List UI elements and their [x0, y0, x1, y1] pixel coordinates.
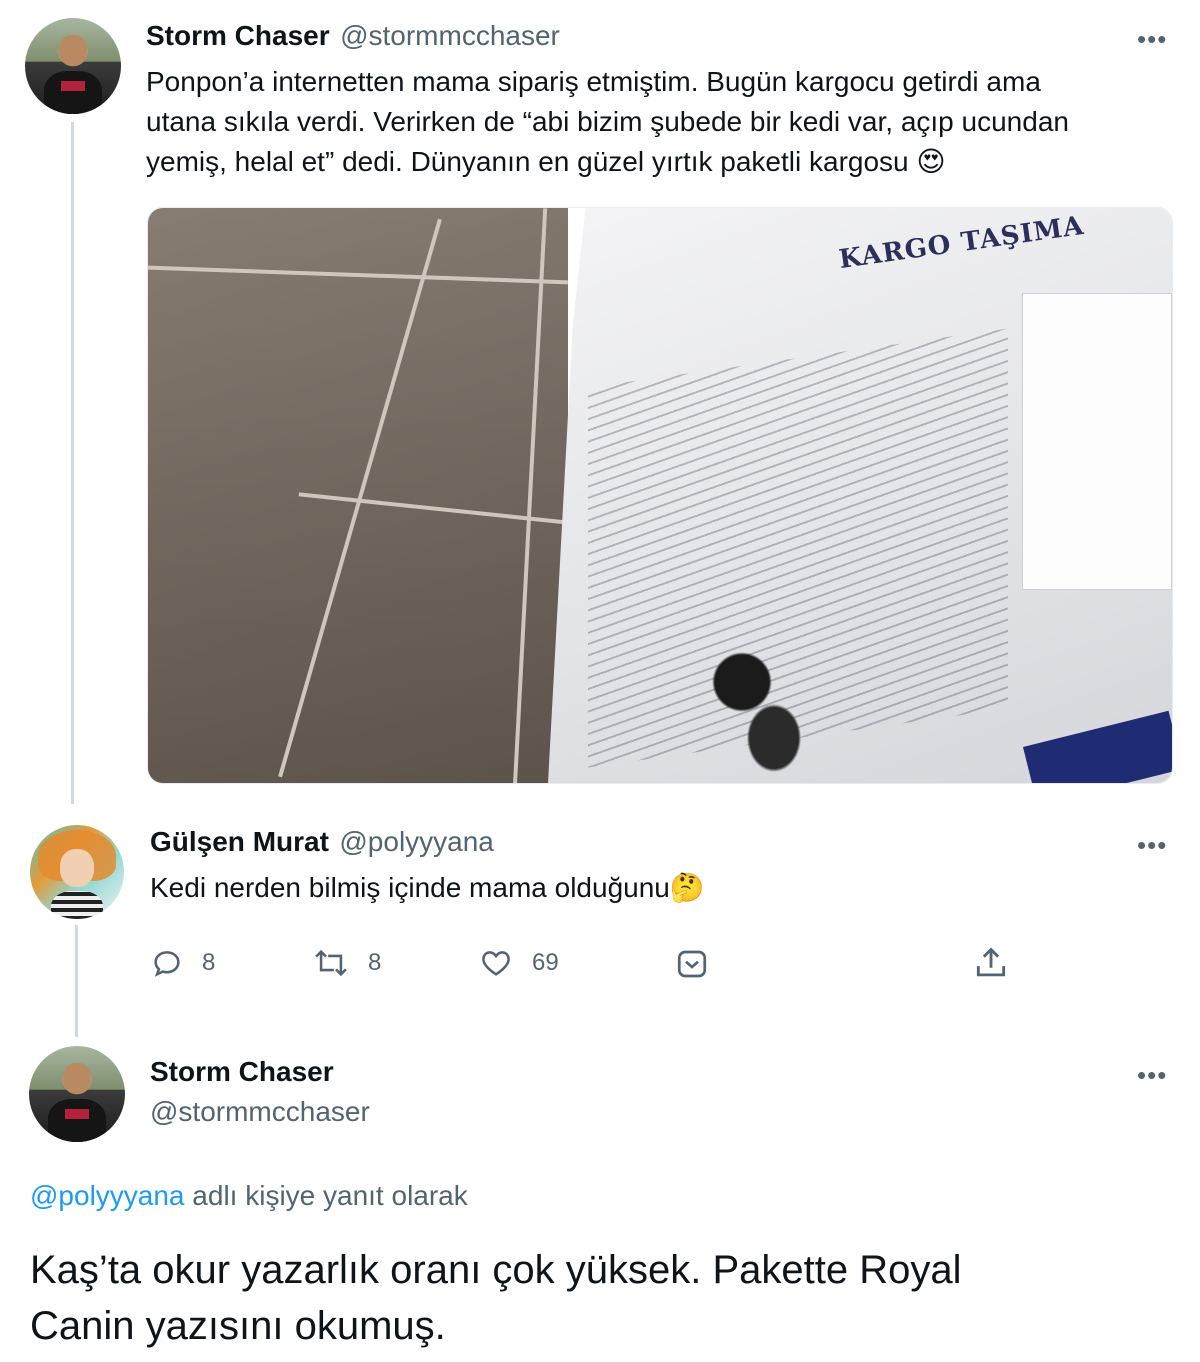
avatar[interactable]	[30, 825, 124, 919]
author-name[interactable]: Gülşen Murat	[150, 826, 329, 857]
tweet-text: Kaş’ta okur yazarlık oranı çok yüksek. P…	[30, 1242, 1180, 1354]
tweet-text-line: Canin yazısını okumuş.	[30, 1304, 446, 1348]
torn-hole	[678, 618, 838, 778]
retweet-icon	[315, 949, 347, 977]
avatar[interactable]	[25, 18, 121, 114]
floor-tiles	[148, 208, 598, 783]
tweet-text-line: utana sıkıla verdi. Verirken de “abi biz…	[146, 106, 1069, 137]
more-options-button[interactable]: •••	[1137, 1060, 1167, 1091]
reply-count: 8	[202, 949, 216, 976]
heart-eyes-emoji: 😍	[916, 146, 946, 177]
author-name[interactable]: Storm Chaser	[150, 1056, 334, 1088]
reply-context: @polyyyana adlı kişiye yanıt olarak	[30, 1180, 468, 1212]
thread-line	[71, 122, 74, 804]
tweet-text-line: Kaş’ta okur yazarlık oranı çok yüksek. P…	[30, 1248, 962, 1292]
reply-button[interactable]: 8	[150, 946, 215, 980]
like-count: 69	[532, 949, 559, 976]
bookmark-button[interactable]	[674, 946, 710, 982]
retweet-count: 8	[368, 949, 382, 976]
like-button[interactable]: 69	[478, 946, 559, 980]
author-handle[interactable]: @stormmcchaser	[340, 20, 560, 51]
thinking-emoji: 🤔	[669, 872, 705, 903]
heart-icon	[482, 951, 510, 976]
avatar[interactable]	[29, 1046, 125, 1142]
tweet-text: Ponpon’a internetten mama sipariş etmişt…	[146, 62, 1176, 182]
tweet-media-photo[interactable]: KARGO TAŞIMA	[147, 207, 1173, 784]
reply-to-mention-link[interactable]: @polyyyana	[30, 1180, 185, 1211]
thread-line	[75, 925, 78, 1037]
retweet-button[interactable]: 8	[312, 946, 381, 980]
more-options-button[interactable]: •••	[1137, 830, 1167, 861]
author-handle[interactable]: @stormmcchaser	[150, 1096, 370, 1128]
tweet-text-line: yemiş, helal et” dedi. Dünyanın en güzel…	[146, 146, 909, 177]
reply-to-suffix: adlı kişiye yanıt olarak	[184, 1180, 468, 1211]
tweet-text-line: Ponpon’a internetten mama sipariş etmişt…	[146, 66, 1041, 97]
author-name[interactable]: Storm Chaser	[146, 20, 330, 51]
more-options-button[interactable]: •••	[1137, 24, 1167, 55]
author-handle[interactable]: @polyyyana	[339, 826, 494, 857]
share-icon	[976, 947, 1006, 977]
reply-icon	[154, 951, 180, 977]
shipping-label	[1022, 293, 1172, 590]
bookmark-icon	[677, 950, 707, 978]
tweet-text: Kedi nerden bilmiş içinde mama olduğunu🤔	[150, 872, 705, 903]
share-button[interactable]	[972, 944, 1010, 982]
